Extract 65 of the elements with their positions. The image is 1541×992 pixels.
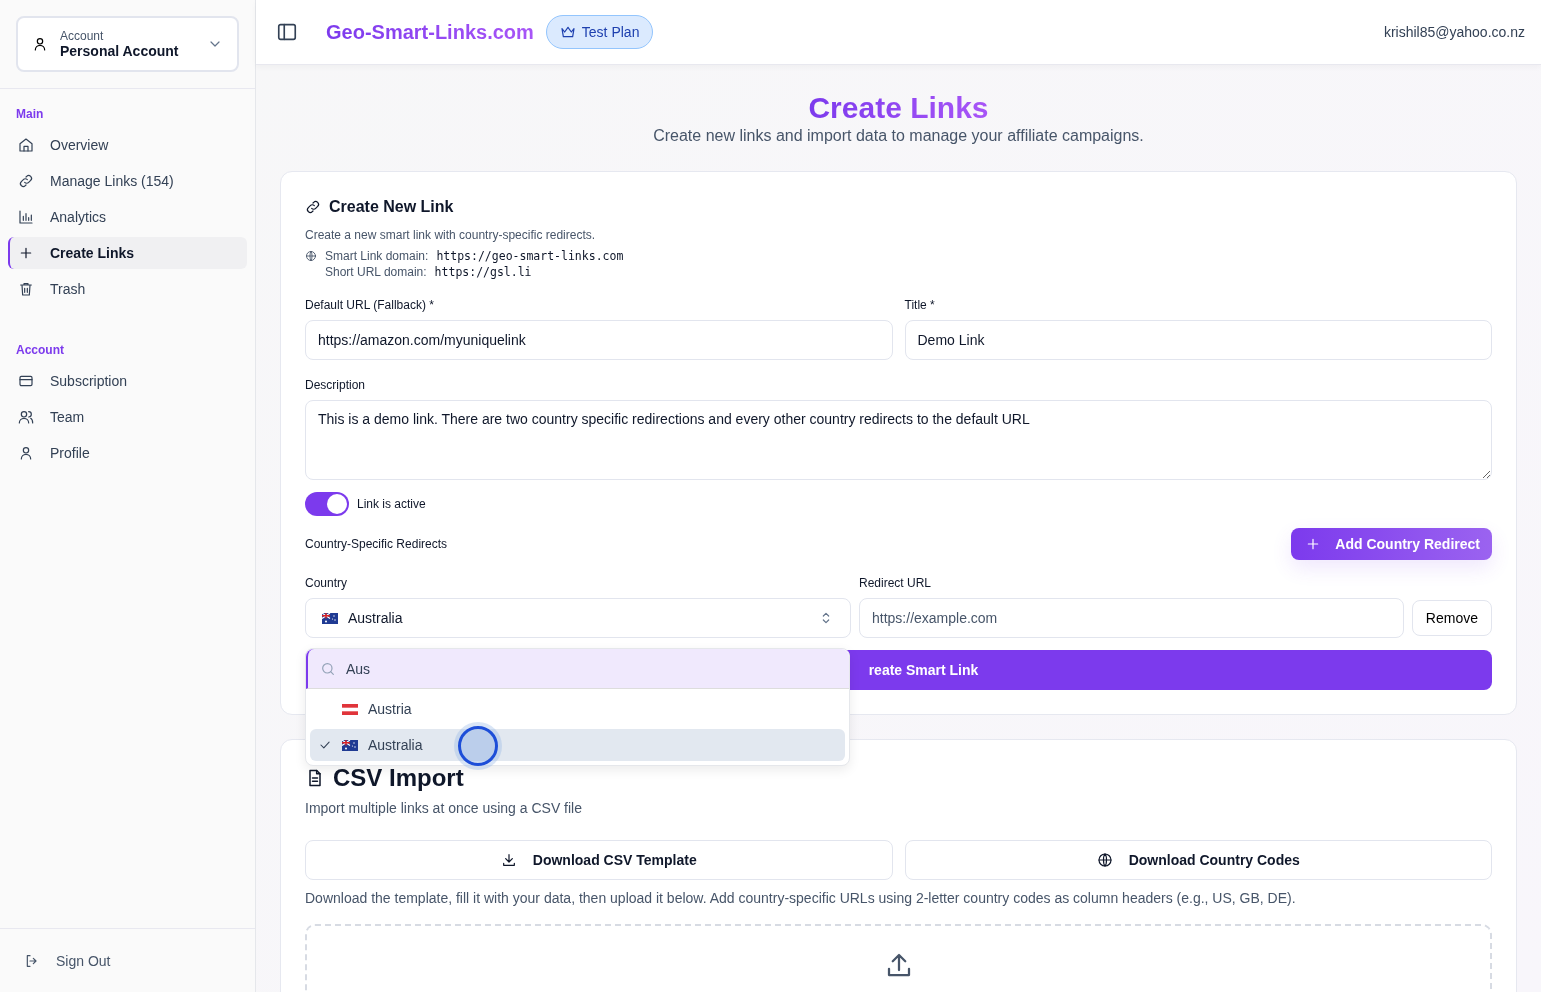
add-country-redirect-button[interactable]: Add Country Redirect (1291, 528, 1492, 560)
users-icon (18, 409, 34, 425)
card-description: Import multiple links at once using a CSV file (305, 800, 583, 816)
country-select[interactable]: Australia (305, 598, 851, 638)
toggle-switch[interactable] (305, 492, 349, 516)
sidebar-item[interactable]: Subscription (8, 365, 247, 397)
user-email: krishil85@yahoo.co.nz (1383, 24, 1525, 40)
search-field[interactable]: Aus (306, 649, 849, 689)
user-icon (18, 445, 34, 461)
description-field[interactable]: This is a demo link. There are two country specific redirections and every other country redirects to the default URL (305, 400, 1492, 480)
sidebar-item[interactable]: Manage Links (154) (8, 165, 247, 197)
card-description: Create a new smart link with country-specific redirects. (305, 228, 597, 242)
domain-label: Short URL domain: (325, 264, 427, 280)
sidebar-item[interactable]: Analytics (8, 201, 247, 233)
download-country-codes-button[interactable]: Download Country Codes (904, 840, 1492, 880)
link-icon (305, 199, 321, 215)
credit-card-icon (18, 373, 34, 389)
help-text: Download the template, fill it with your data, then upload it below. Add country-specific URLs using 2-letter country codes as column headers (e.g., US, GB, DE). (305, 890, 1297, 906)
url-field[interactable]: https://amazon.com/myuniquelink (305, 320, 893, 360)
sign-out-link[interactable]: Sign Out (0, 928, 255, 992)
sidebar-item[interactable]: Team (8, 401, 247, 433)
flag-icon (342, 703, 358, 715)
field-label: Title * (904, 298, 936, 312)
sidebar-item[interactable]: Overview (8, 129, 247, 161)
account-name: Personal Account (60, 43, 180, 59)
download-csv-template-button[interactable]: Download CSV Template (305, 840, 893, 880)
title-field[interactable]: Demo Link (904, 320, 1492, 360)
link-icon (18, 173, 34, 189)
home-icon (18, 137, 34, 153)
flag-icon (322, 612, 338, 624)
domain-value: https://gsl.li (434, 264, 532, 280)
trash-icon (18, 281, 34, 297)
section-heading: Main (15, 106, 45, 123)
flag-icon (342, 739, 358, 751)
crown-icon (559, 24, 576, 40)
globe-icon (305, 250, 317, 262)
sidebar-item[interactable]: Create Links (8, 237, 247, 269)
sidebar-toggle-button[interactable] (276, 21, 298, 43)
plus-icon (18, 245, 34, 261)
section-label: Country-Specific Redirects (305, 537, 448, 551)
section-heading: Account (15, 342, 65, 359)
domain-label: Smart Link domain: (325, 248, 429, 264)
plan-badge: Test Plan (545, 15, 654, 49)
toggle-label: Link is active (357, 497, 426, 511)
redirect-url-field[interactable]: https://example.com (859, 598, 1404, 638)
sidebar-item[interactable]: Profile (8, 437, 247, 469)
domain-value: https://geo-smart-links.com (436, 248, 624, 264)
bar-chart-icon (18, 209, 34, 225)
globe-icon (1096, 852, 1113, 868)
field-label: Default URL (Fallback) * (305, 298, 435, 312)
dropdown-option[interactable]: Australia (310, 729, 845, 761)
card-title: Create New Link (329, 198, 454, 216)
dropdown-option[interactable]: Austria (310, 693, 845, 725)
field-label: Redirect URL (859, 576, 933, 590)
sidebar-item[interactable]: Trash (8, 273, 247, 305)
account-label: Account (60, 29, 105, 43)
page-subtitle: Create new links and import data to manage your affiliate campaigns. (652, 127, 1145, 145)
remove-button[interactable]: Remove (1411, 600, 1492, 636)
search-icon (320, 661, 336, 677)
download-icon (500, 852, 517, 868)
field-label: Country (305, 576, 349, 590)
user-icon (32, 36, 48, 52)
card-title: CSV Import (333, 764, 464, 792)
field-label: Description (305, 378, 367, 392)
account-switcher[interactable]: Account Personal Account (16, 16, 239, 72)
